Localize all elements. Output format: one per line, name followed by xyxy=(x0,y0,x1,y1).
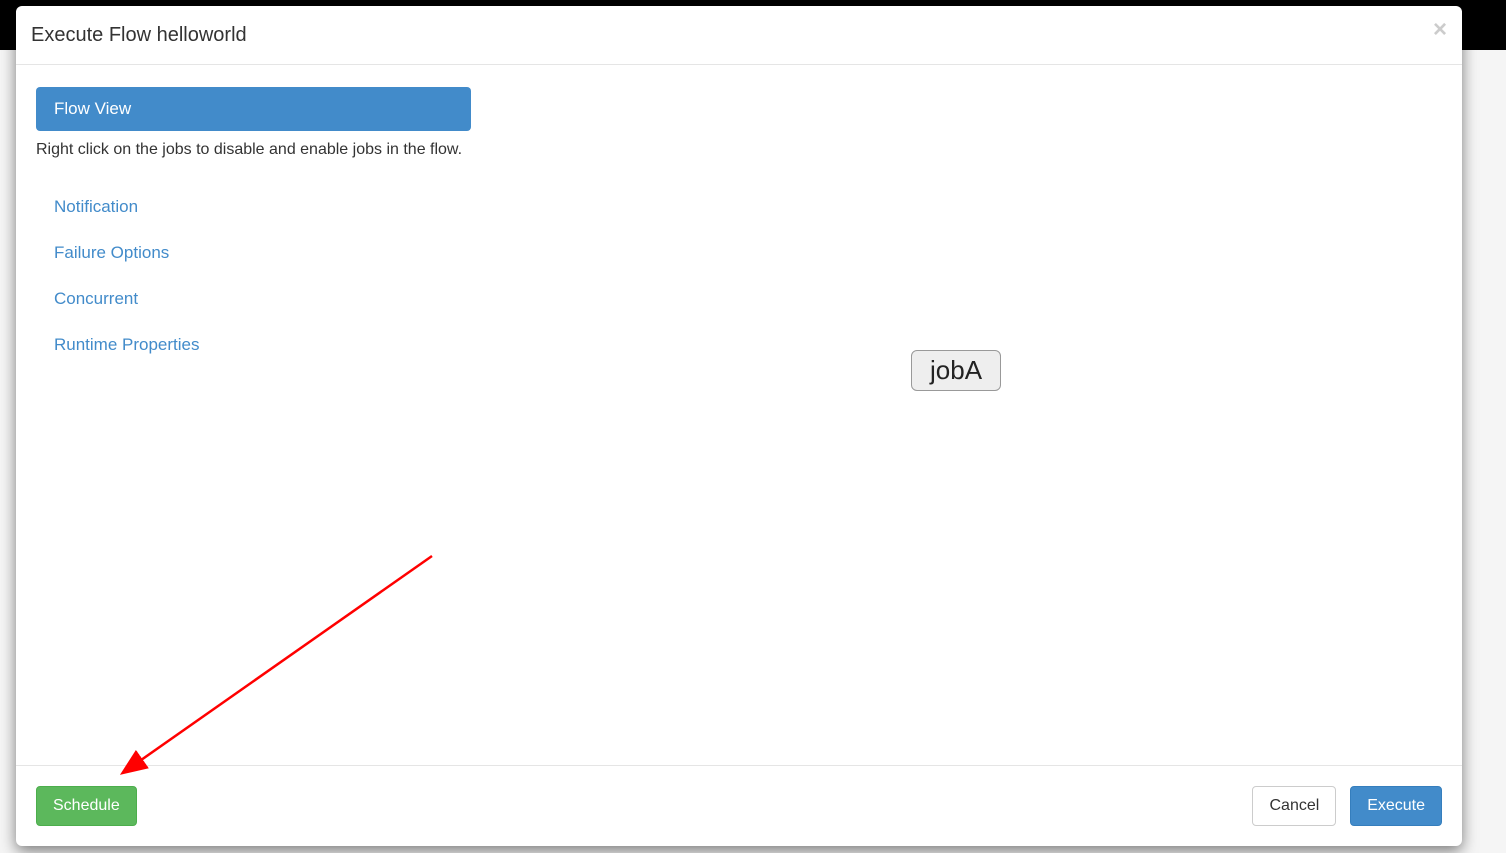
execute-button[interactable]: Execute xyxy=(1350,786,1442,826)
options-nav: Flow View Right click on the jobs to dis… xyxy=(36,87,471,367)
schedule-button[interactable]: Schedule xyxy=(36,786,137,826)
close-icon[interactable]: × xyxy=(1433,18,1447,42)
options-side-panel: Flow View Right click on the jobs to dis… xyxy=(16,65,491,765)
cancel-button[interactable]: Cancel xyxy=(1252,786,1336,826)
modal-body: Flow View Right click on the jobs to dis… xyxy=(16,65,1462,765)
flow-view-hint: Right click on the jobs to disable and e… xyxy=(36,137,471,163)
tab-runtime-properties[interactable]: Runtime Properties xyxy=(36,323,471,367)
execute-flow-modal: Execute Flow helloworld × Flow View Righ… xyxy=(16,6,1462,846)
modal-footer: Schedule Cancel Execute xyxy=(16,765,1462,846)
tab-notification[interactable]: Notification xyxy=(36,185,471,229)
footer-right-buttons: Cancel Execute xyxy=(1242,786,1442,826)
modal-title: Execute Flow helloworld xyxy=(31,21,1447,49)
job-node-jobA[interactable]: jobA xyxy=(911,350,1001,391)
tab-failure-options[interactable]: Failure Options xyxy=(36,231,471,275)
flow-graph-canvas[interactable]: jobA xyxy=(491,65,1462,765)
tab-concurrent[interactable]: Concurrent xyxy=(36,277,471,321)
modal-header: Execute Flow helloworld × xyxy=(16,6,1462,65)
tab-flow-view[interactable]: Flow View xyxy=(36,87,471,131)
